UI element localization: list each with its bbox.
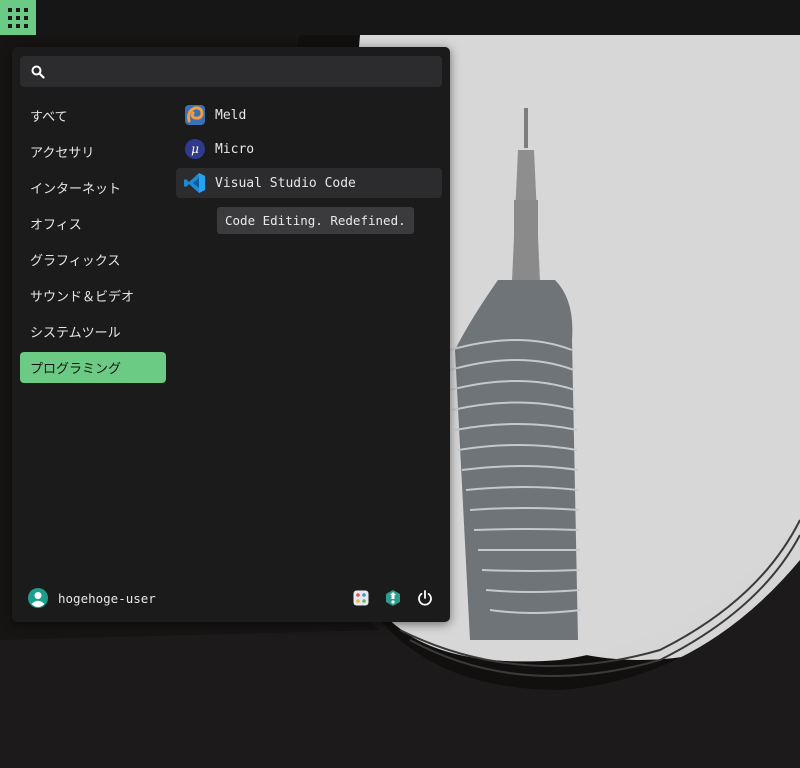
category-programming[interactable]: プログラミング [20, 352, 166, 383]
search-input[interactable] [56, 60, 440, 84]
search-icon [31, 64, 45, 83]
app-tooltip: Code Editing. Redefined. [217, 207, 414, 234]
app-item-label: Visual Studio Code [215, 175, 356, 191]
category-graphics[interactable]: グラフィックス [20, 244, 166, 275]
user-avatar-icon [28, 588, 48, 608]
meld-icon [184, 104, 206, 126]
app-item-vscode[interactable]: Visual Studio Code [176, 168, 442, 198]
session-actions [338, 589, 434, 607]
top-panel [0, 0, 800, 35]
software-store-icon[interactable] [384, 589, 402, 607]
apps-grid-icon [8, 7, 28, 28]
category-list: すべて アクセサリ インターネット オフィス グラフィックス サウンド＆ビデオ … [20, 100, 166, 388]
category-system-tools[interactable]: システムツール [20, 316, 166, 347]
app-list: Meld μ Micro Visual Studio Code [176, 100, 442, 202]
application-menu: すべて アクセサリ インターネット オフィス グラフィックス サウンド＆ビデオ … [12, 47, 450, 622]
menu-footer: hogehoge-user [12, 576, 450, 622]
app-item-label: Meld [215, 107, 247, 123]
user-account[interactable]: hogehoge-user [28, 588, 156, 608]
app-item-micro[interactable]: μ Micro [176, 134, 442, 164]
power-icon[interactable] [416, 589, 434, 607]
category-office[interactable]: オフィス [20, 208, 166, 239]
category-internet[interactable]: インターネット [20, 172, 166, 203]
micro-icon: μ [184, 138, 206, 160]
category-all[interactable]: すべて [20, 100, 166, 131]
user-name: hogehoge-user [58, 590, 156, 606]
app-menu-button[interactable] [0, 0, 36, 35]
search-box[interactable] [20, 56, 442, 87]
category-sound-video[interactable]: サウンド＆ビデオ [20, 280, 166, 311]
app-item-meld[interactable]: Meld [176, 100, 442, 130]
vscode-icon [184, 172, 206, 194]
app-item-label: Micro [215, 141, 255, 157]
settings-icon[interactable] [352, 589, 370, 607]
svg-text:μ: μ [191, 142, 199, 156]
category-accessories[interactable]: アクセサリ [20, 136, 166, 167]
